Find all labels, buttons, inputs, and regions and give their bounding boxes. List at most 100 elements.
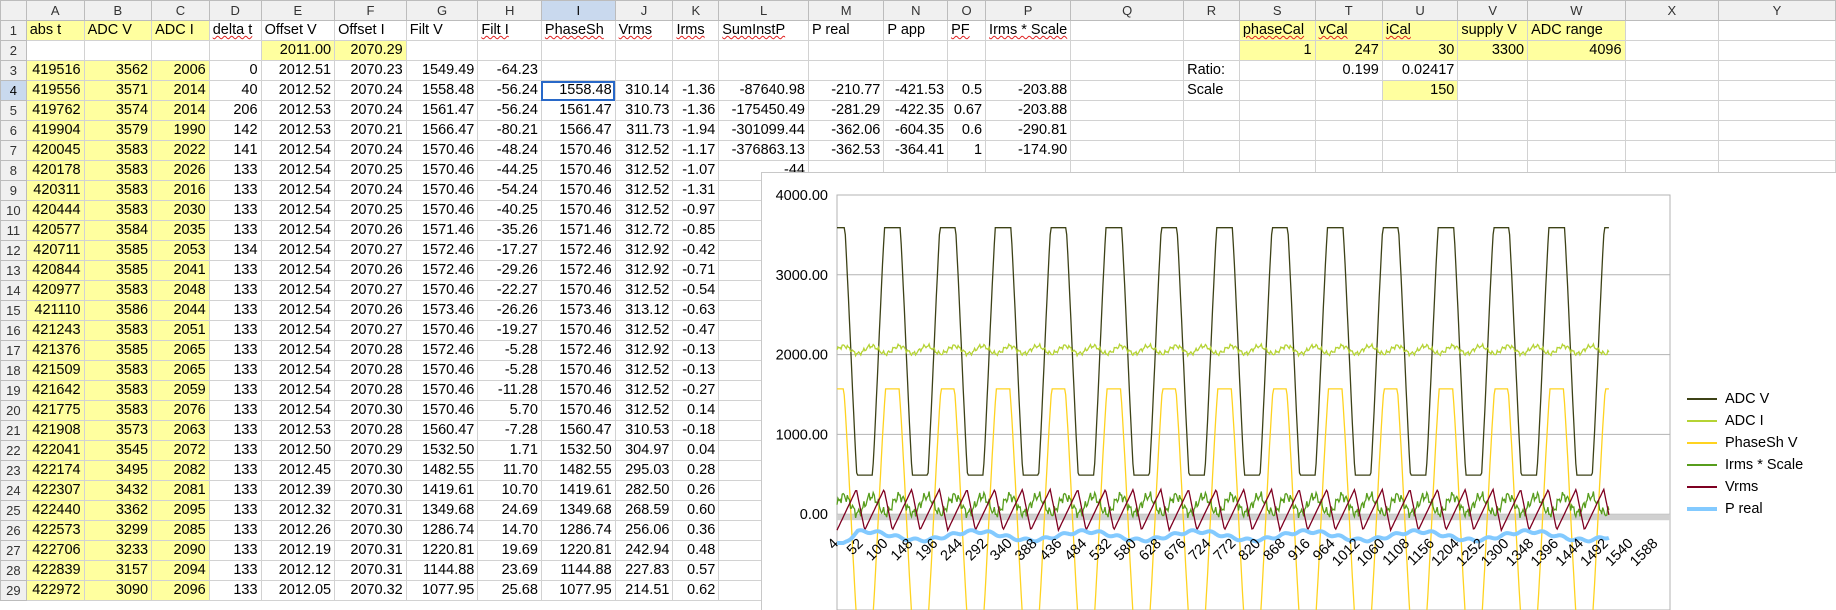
cell-f8[interactable]: 2070.25 [334,160,407,181]
cell-a4[interactable]: 419556 [25,80,85,101]
cell-v5[interactable] [1457,100,1529,121]
cell-d28[interactable]: 133 [208,560,262,581]
cell-i13[interactable]: 1572.46 [540,260,616,281]
cell-b2[interactable] [83,40,153,61]
cell-j20[interactable]: 312.52 [614,400,674,421]
cell-m4[interactable]: -210.77 [807,80,885,101]
cell-h4[interactable]: -56.24 [477,80,542,101]
cell-j4[interactable]: 310.14 [614,80,674,101]
row-header[interactable]: 11 [0,220,27,241]
cell-l7[interactable]: -376863.13 [718,140,809,161]
cell-b13[interactable]: 3585 [83,260,153,281]
cell-b27[interactable]: 3233 [83,540,153,561]
cell-i5[interactable]: 1561.47 [540,100,616,121]
cell-c24[interactable]: 2081 [151,480,210,501]
cell-c15[interactable]: 2044 [151,300,210,321]
cell-w3[interactable] [1527,60,1626,81]
cell-d15[interactable]: 133 [208,300,262,321]
column-header-g[interactable]: G [405,0,479,21]
cell-h13[interactable]: -29.26 [477,260,542,281]
cell-i6[interactable]: 1566.47 [540,120,616,141]
cell-a19[interactable]: 421642 [25,380,85,401]
column-header-r[interactable]: R [1183,0,1240,21]
cell-g10[interactable]: 1570.46 [405,200,479,221]
cell-h19[interactable]: -11.28 [477,380,542,401]
cell-n2[interactable] [883,40,949,61]
cell-c28[interactable]: 2094 [151,560,210,581]
cell-d21[interactable]: 133 [208,420,262,441]
cell-m3[interactable] [807,60,885,81]
cell-q1[interactable] [1070,20,1185,41]
cell-l3[interactable] [718,60,809,81]
cell-i4[interactable]: 1558.48 [540,80,616,101]
cell-y6[interactable] [1718,120,1836,141]
cell-c14[interactable]: 2048 [151,280,210,301]
cell-e14[interactable]: 2012.54 [260,280,336,301]
cell-i14[interactable]: 1570.46 [540,280,616,301]
cell-e27[interactable]: 2012.19 [260,540,336,561]
cell-i23[interactable]: 1482.55 [540,460,616,481]
cell-d22[interactable]: 133 [208,440,262,461]
cell-r4[interactable]: Scale [1183,80,1240,101]
row-header[interactable]: 13 [0,260,27,281]
cell-d8[interactable]: 133 [208,160,262,181]
row-header[interactable]: 28 [0,560,27,581]
cell-b3[interactable]: 3562 [83,60,153,81]
cell-d1[interactable]: delta t [208,20,262,41]
cell-j25[interactable]: 268.59 [614,500,674,521]
cell-c4[interactable]: 2014 [151,80,210,101]
row-header[interactable]: 19 [0,380,27,401]
column-header-l[interactable]: L [718,0,809,21]
cell-c19[interactable]: 2059 [151,380,210,401]
cell-i2[interactable] [540,40,616,61]
cell-i9[interactable]: 1570.46 [540,180,616,201]
cell-j16[interactable]: 312.52 [614,320,674,341]
cell-g17[interactable]: 1572.46 [405,340,479,361]
cell-k10[interactable]: -0.97 [672,200,720,221]
cell-e3[interactable]: 2012.51 [260,60,336,81]
row-header[interactable]: 17 [0,340,27,361]
cell-q3[interactable] [1070,60,1185,81]
cell-b9[interactable]: 3583 [83,180,153,201]
cell-h24[interactable]: 10.70 [477,480,542,501]
cell-g13[interactable]: 1572.46 [405,260,479,281]
cell-i22[interactable]: 1532.50 [540,440,616,461]
cell-d7[interactable]: 141 [208,140,262,161]
cell-k15[interactable]: -0.63 [672,300,720,321]
cell-d6[interactable]: 142 [208,120,262,141]
cell-p3[interactable] [985,60,1072,81]
cell-w4[interactable] [1527,80,1626,101]
cell-h18[interactable]: -5.28 [477,360,542,381]
cell-p4[interactable]: -203.88 [985,80,1072,101]
cell-j18[interactable]: 312.52 [614,360,674,381]
cell-h20[interactable]: 5.70 [477,400,542,421]
cell-k12[interactable]: -0.42 [672,240,720,261]
cell-e17[interactable]: 2012.54 [260,340,336,361]
cell-x7[interactable] [1624,140,1720,161]
cell-t1[interactable]: vCal [1314,20,1383,41]
cell-f13[interactable]: 2070.26 [334,260,407,281]
cell-c12[interactable]: 2053 [151,240,210,261]
cell-f16[interactable]: 2070.27 [334,320,407,341]
cell-a1[interactable]: abs t [25,20,85,41]
cell-h16[interactable]: -19.27 [477,320,542,341]
cell-l4[interactable]: -87640.98 [718,80,809,101]
cell-d9[interactable]: 133 [208,180,262,201]
cell-l1[interactable]: SumInstP [718,20,809,41]
cell-j23[interactable]: 295.03 [614,460,674,481]
cell-g11[interactable]: 1571.46 [405,220,479,241]
cell-f18[interactable]: 2070.28 [334,360,407,381]
cell-u2[interactable]: 30 [1381,40,1459,61]
cell-f11[interactable]: 2070.26 [334,220,407,241]
column-header-d[interactable]: D [208,0,262,21]
cell-i25[interactable]: 1349.68 [540,500,616,521]
cell-k1[interactable]: Irms [672,20,720,41]
cell-u4[interactable]: 150 [1381,80,1459,101]
cell-d19[interactable]: 133 [208,380,262,401]
cell-f28[interactable]: 2070.31 [334,560,407,581]
cell-k27[interactable]: 0.48 [672,540,720,561]
cell-c2[interactable] [151,40,210,61]
cell-h15[interactable]: -26.26 [477,300,542,321]
cell-e6[interactable]: 2012.53 [260,120,336,141]
cell-s7[interactable] [1238,140,1316,161]
